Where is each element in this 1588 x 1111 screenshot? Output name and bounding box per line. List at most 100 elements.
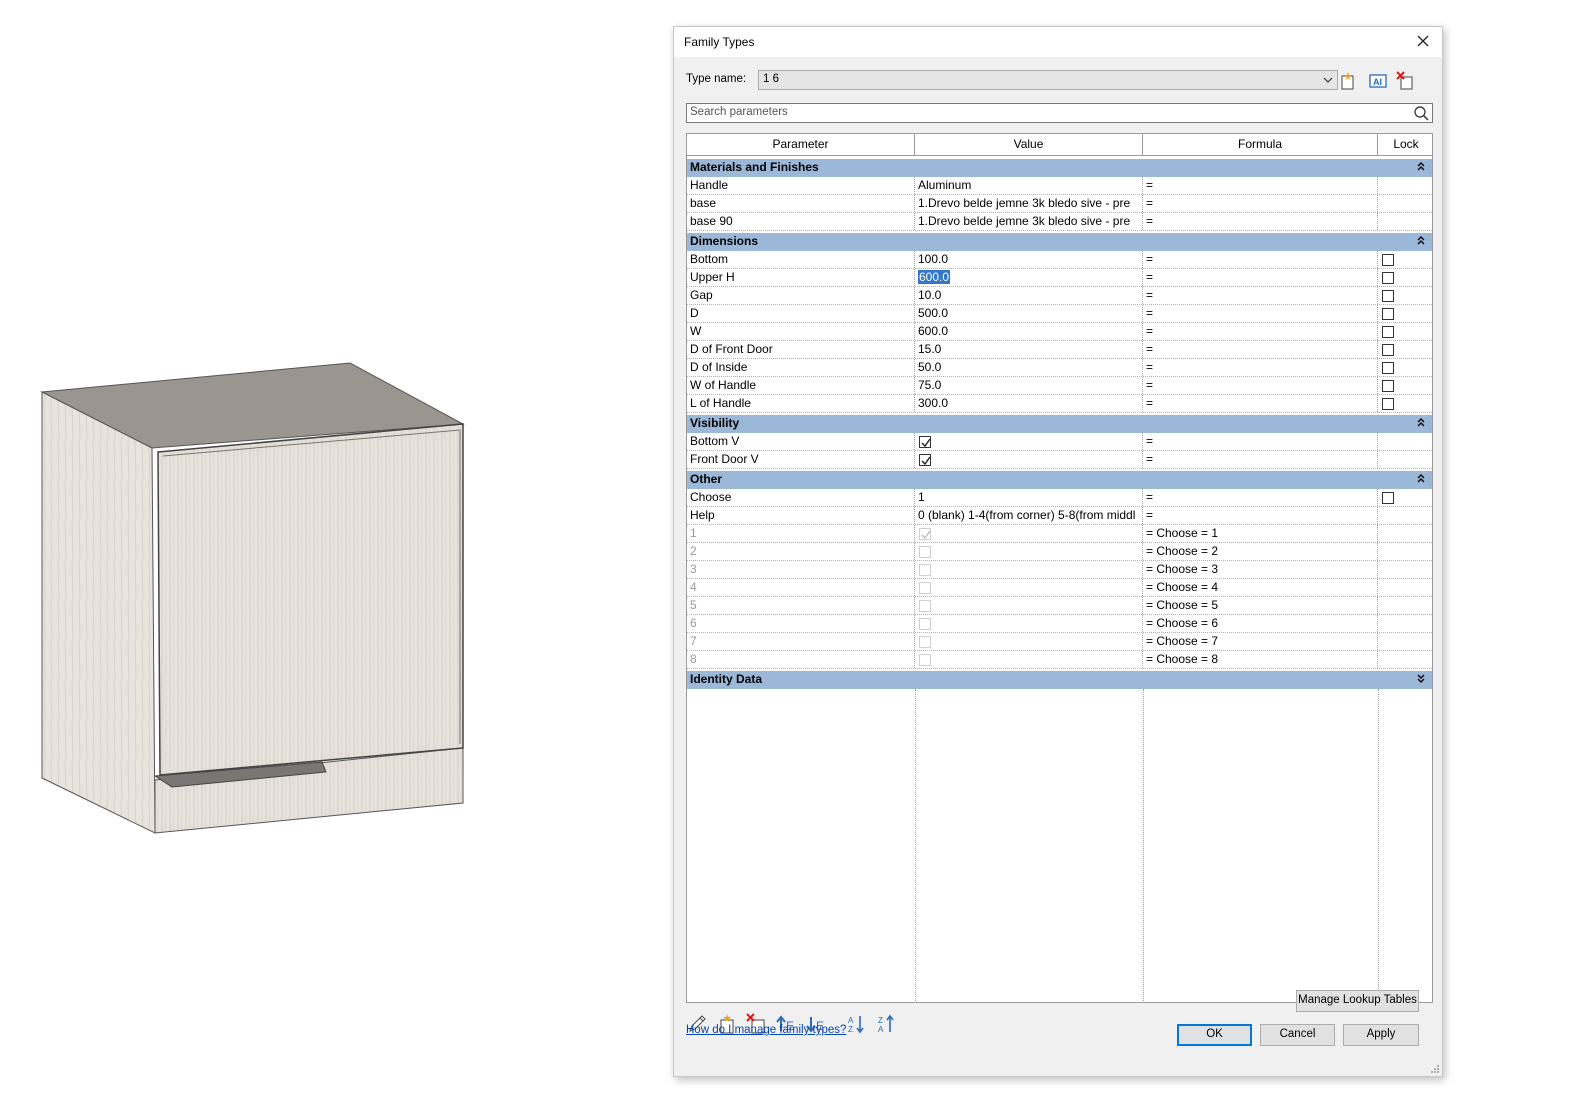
chevron-double-up-icon[interactable]: [1416, 161, 1426, 173]
sort-ascending-icon[interactable]: A Z: [846, 1013, 868, 1035]
column-header-value[interactable]: Value: [915, 134, 1143, 155]
parameter-value[interactable]: 1.Drevo belde jemne 3k bledo sive - pre: [915, 195, 1143, 212]
rename-type-icon[interactable]: AI: [1368, 71, 1388, 91]
parameter-lock: [1378, 579, 1432, 596]
parameter-value[interactable]: 600.0: [915, 323, 1143, 340]
table-row[interactable]: D of Front Door 15.0 =: [687, 341, 1432, 359]
lock-checkbox[interactable]: [1382, 308, 1394, 320]
close-icon[interactable]: [1412, 30, 1434, 52]
table-row[interactable]: base 90 1.Drevo belde jemne 3k bledo sive…: [687, 213, 1432, 231]
parameter-value[interactable]: [915, 451, 1143, 468]
parameter-formula[interactable]: =: [1143, 433, 1378, 450]
table-row[interactable]: Choose 1 =: [687, 489, 1432, 507]
cancel-button[interactable]: Cancel: [1260, 1024, 1335, 1046]
lock-checkbox[interactable]: [1382, 492, 1394, 504]
parameter-lock: [1378, 377, 1432, 394]
table-row[interactable]: Upper H 600.0 =: [687, 269, 1432, 287]
value-checkbox[interactable]: [919, 454, 931, 466]
table-row[interactable]: D of Inside 50.0 =: [687, 359, 1432, 377]
table-row[interactable]: 4 = Choose = 4: [687, 579, 1432, 597]
parameter-value[interactable]: 300.0: [915, 395, 1143, 412]
column-header-formula[interactable]: Formula: [1143, 134, 1378, 155]
table-row[interactable]: base 1.Drevo belde jemne 3k bledo sive - …: [687, 195, 1432, 213]
parameter-value[interactable]: 75.0: [915, 377, 1143, 394]
parameter-formula[interactable]: =: [1143, 251, 1378, 268]
search-icon[interactable]: [1413, 105, 1430, 122]
table-row[interactable]: 8 = Choose = 8: [687, 651, 1432, 669]
apply-button[interactable]: Apply: [1343, 1024, 1419, 1046]
ok-button[interactable]: OK: [1177, 1024, 1252, 1046]
parameter-value[interactable]: Aluminum: [915, 177, 1143, 194]
resize-grip-icon[interactable]: [1430, 1064, 1440, 1074]
group-header-materials[interactable]: Materials and Finishes: [687, 159, 1432, 177]
group-header-visibility[interactable]: Visibility: [687, 415, 1432, 433]
table-row[interactable]: 6 = Choose = 6: [687, 615, 1432, 633]
new-type-icon[interactable]: [1338, 71, 1358, 91]
lock-checkbox[interactable]: [1382, 380, 1394, 392]
search-input[interactable]: Search parameters: [686, 103, 1433, 123]
lock-checkbox[interactable]: [1382, 272, 1394, 284]
table-row[interactable]: D 500.0 =: [687, 305, 1432, 323]
column-header-lock[interactable]: Lock: [1378, 134, 1432, 155]
parameter-formula[interactable]: =: [1143, 213, 1378, 230]
parameter-formula[interactable]: =: [1143, 341, 1378, 358]
parameter-formula[interactable]: =: [1143, 195, 1378, 212]
manage-lookup-tables-button[interactable]: Manage Lookup Tables: [1296, 990, 1419, 1012]
parameter-formula[interactable]: =: [1143, 177, 1378, 194]
value-checkbox[interactable]: [919, 436, 931, 448]
table-row[interactable]: Front Door V =: [687, 451, 1432, 469]
delete-type-icon[interactable]: [1396, 71, 1416, 91]
parameter-value[interactable]: 50.0: [915, 359, 1143, 376]
chevron-double-up-icon[interactable]: [1416, 417, 1426, 429]
parameter-value[interactable]: 500.0: [915, 305, 1143, 322]
parameter-value[interactable]: 1.Drevo belde jemne 3k bledo sive - pre: [915, 213, 1143, 230]
type-name-select[interactable]: 1 6: [758, 70, 1338, 90]
table-row[interactable]: Bottom 100.0 =: [687, 251, 1432, 269]
lock-checkbox[interactable]: [1382, 398, 1394, 410]
parameter-formula[interactable]: =: [1143, 305, 1378, 322]
sort-descending-icon[interactable]: Z A: [876, 1013, 898, 1035]
parameter-value[interactable]: 600.0: [915, 269, 1143, 286]
parameter-value[interactable]: 0 (blank) 1-4(from corner) 5-8(from midd…: [915, 507, 1143, 524]
table-row[interactable]: W of Handle 75.0 =: [687, 377, 1432, 395]
parameter-formula[interactable]: =: [1143, 377, 1378, 394]
parameter-formula[interactable]: =: [1143, 323, 1378, 340]
group-header-dimensions[interactable]: Dimensions: [687, 233, 1432, 251]
parameter-formula[interactable]: =: [1143, 489, 1378, 506]
lock-checkbox[interactable]: [1382, 254, 1394, 266]
table-row[interactable]: 3 = Choose = 3: [687, 561, 1432, 579]
parameter-value[interactable]: 10.0: [915, 287, 1143, 304]
lock-checkbox[interactable]: [1382, 290, 1394, 302]
table-row[interactable]: 5 = Choose = 5: [687, 597, 1432, 615]
group-header-other[interactable]: Other: [687, 471, 1432, 489]
lock-checkbox[interactable]: [1382, 326, 1394, 338]
selected-value-text[interactable]: 600.0: [918, 270, 951, 284]
table-row[interactable]: W 600.0 =: [687, 323, 1432, 341]
parameter-formula[interactable]: =: [1143, 395, 1378, 412]
parameter-value[interactable]: [915, 433, 1143, 450]
table-row[interactable]: Handle Aluminum =: [687, 177, 1432, 195]
group-header-identity[interactable]: Identity Data: [687, 671, 1432, 689]
table-row[interactable]: 7 = Choose = 7: [687, 633, 1432, 651]
table-row[interactable]: L of Handle 300.0 =: [687, 395, 1432, 413]
table-row[interactable]: Gap 10.0 =: [687, 287, 1432, 305]
chevron-double-up-icon[interactable]: [1416, 473, 1426, 485]
parameter-formula[interactable]: =: [1143, 451, 1378, 468]
parameter-formula[interactable]: =: [1143, 269, 1378, 286]
parameter-value[interactable]: 100.0: [915, 251, 1143, 268]
parameter-formula[interactable]: =: [1143, 359, 1378, 376]
lock-checkbox[interactable]: [1382, 344, 1394, 356]
table-row[interactable]: 1 = Choose = 1: [687, 525, 1432, 543]
column-header-parameter[interactable]: Parameter: [687, 134, 915, 155]
table-row[interactable]: Bottom V =: [687, 433, 1432, 451]
chevron-double-up-icon[interactable]: [1416, 235, 1426, 247]
lock-checkbox[interactable]: [1382, 362, 1394, 374]
parameter-value[interactable]: 1: [915, 489, 1143, 506]
parameter-formula[interactable]: =: [1143, 287, 1378, 304]
table-row[interactable]: 2 = Choose = 2: [687, 543, 1432, 561]
parameter-value[interactable]: 15.0: [915, 341, 1143, 358]
parameter-formula[interactable]: =: [1143, 507, 1378, 524]
chevron-double-down-icon[interactable]: [1416, 673, 1426, 685]
table-row[interactable]: Help 0 (blank) 1-4(from corner) 5-8(from …: [687, 507, 1432, 525]
help-link[interactable]: How do I manage family types?: [686, 1024, 846, 1036]
